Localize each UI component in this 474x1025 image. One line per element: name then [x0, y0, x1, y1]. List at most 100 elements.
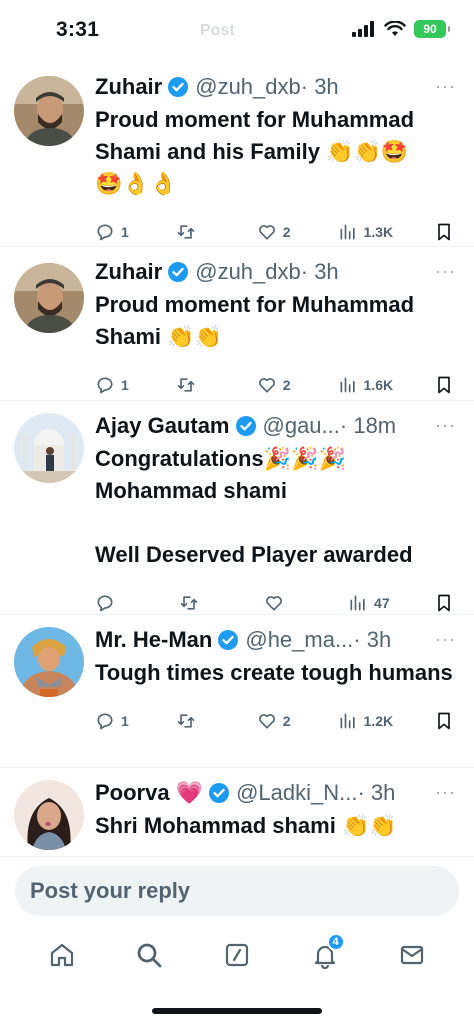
tweet-author-name[interactable]: Poorva 💗: [95, 778, 203, 808]
avatar-heman[interactable]: [14, 627, 84, 697]
tweet-time: · 3h: [300, 74, 339, 99]
like-count: 2: [282, 224, 291, 240]
home-icon: [50, 943, 73, 967]
views-button[interactable]: 47: [348, 593, 390, 613]
tweet-handle[interactable]: @zuh_dxb: [195, 257, 301, 287]
heart-icon: [265, 596, 282, 611]
like-button[interactable]: 2: [257, 375, 297, 395]
tweet-author-name[interactable]: Ajay Gautam: [95, 411, 230, 441]
more-options-button[interactable]: ···: [435, 76, 456, 97]
like-count: 2: [282, 377, 291, 393]
like-count: 2: [282, 713, 291, 729]
like-button[interactable]: [264, 593, 304, 613]
tweet-author-name[interactable]: Zuhair: [95, 257, 162, 287]
retweet-button[interactable]: [179, 593, 219, 613]
views-button[interactable]: 1.3K: [338, 222, 394, 242]
analytics-icon: [340, 377, 355, 393]
retweet-button[interactable]: [176, 711, 216, 731]
bookmark-icon: [438, 223, 450, 241]
reply-icon: [97, 595, 113, 612]
reply-button[interactable]: 1: [95, 375, 135, 395]
faded-header-title: Post: [200, 22, 235, 39]
tab-notifications[interactable]: 4: [301, 931, 349, 979]
view-count: 1.3K: [363, 224, 394, 240]
reply-divider: [0, 856, 474, 857]
tab-search[interactable]: [125, 931, 173, 979]
tweet-author-name[interactable]: Zuhair: [95, 72, 162, 102]
verified-badge-icon: [168, 262, 189, 282]
bookmark-icon: [438, 376, 450, 394]
tweet[interactable]: ··· Zuhair @zuh_dxb · 3h Proud moment fo…: [0, 247, 474, 401]
heart-icon: [258, 378, 275, 393]
reply-button[interactable]: 1: [95, 222, 135, 242]
like-button[interactable]: 2: [257, 711, 297, 731]
reply-icon: [97, 713, 113, 730]
retweet-button[interactable]: [176, 375, 216, 395]
tweet-text: Congratulations🎉🎉🎉 Mohammad shami Well D…: [95, 446, 413, 567]
reply-input[interactable]: Post your reply: [15, 866, 459, 916]
tweet-handle[interactable]: @he_ma...: [245, 625, 353, 655]
more-options-button[interactable]: ···: [435, 782, 456, 803]
more-options-button[interactable]: ···: [435, 261, 456, 282]
tweet-text: Tough times create tough humans: [95, 660, 453, 685]
more-options-button[interactable]: ···: [435, 415, 456, 436]
bottom-tab-bar: 4: [0, 930, 474, 980]
bookmark-button[interactable]: [434, 222, 454, 242]
reply-button[interactable]: [95, 593, 135, 613]
verified-badge-icon: [168, 77, 189, 97]
tab-compose[interactable]: [213, 931, 261, 979]
status-bar: 3:31 Post 90: [0, 0, 474, 62]
tweet-time: · 18m: [339, 413, 397, 438]
tweet-handle[interactable]: @gau...: [263, 411, 340, 441]
retweet-icon: [177, 378, 195, 392]
bookmark-button[interactable]: [434, 375, 454, 395]
home-indicator[interactable]: [152, 1008, 322, 1014]
analytics-icon: [340, 713, 355, 729]
bookmark-button[interactable]: [434, 711, 454, 731]
retweet-button[interactable]: [176, 222, 216, 242]
reply-feed[interactable]: ··· Zuhair @zuh_dxb · 3h Proud moment fo…: [0, 62, 474, 856]
bookmark-icon: [438, 594, 450, 612]
tweet[interactable]: ··· Poorva 💗 @Ladki_N... · 3h Shri Moham…: [0, 768, 474, 856]
tweet-text: Shri Mohammad shami 👏👏: [95, 813, 397, 838]
tweet-time: · 3h: [353, 627, 392, 652]
tweet-handle[interactable]: @zuh_dxb: [195, 72, 301, 102]
verified-badge-icon: [235, 416, 256, 436]
tweet[interactable]: ··· Zuhair @zuh_dxb · 3h Proud moment fo…: [0, 62, 474, 247]
cellular-signal-icon: [352, 21, 374, 37]
heart-icon: [258, 714, 275, 729]
verified-badge-icon: [218, 630, 239, 650]
view-count: 1.6K: [363, 377, 394, 393]
heart-icon: [258, 225, 275, 240]
verified-badge-icon: [209, 783, 230, 803]
tweet-time: · 3h: [300, 259, 339, 284]
analytics-icon: [340, 224, 355, 240]
retweet-icon: [177, 225, 195, 239]
tweet-text: Proud moment for Muhammad Shami 👏👏: [95, 292, 415, 349]
like-button[interactable]: 2: [257, 222, 297, 242]
avatar-ajay[interactable]: [14, 413, 84, 483]
tweet[interactable]: ··· Ajay Gautam @gau... · 18m Congratula…: [0, 401, 474, 615]
reply-button[interactable]: 1: [95, 711, 135, 731]
status-time: 3:31: [56, 18, 100, 41]
more-options-button[interactable]: ···: [435, 629, 456, 650]
battery-icon: 90: [414, 20, 450, 38]
tweet[interactable]: ··· Mr. He-Man @he_ma... · 3h Tough time…: [0, 615, 474, 768]
retweet-icon: [181, 596, 198, 610]
tweet-handle[interactable]: @Ladki_N...: [236, 778, 357, 808]
mail-icon: [401, 945, 424, 965]
views-button[interactable]: 1.2K: [338, 711, 393, 731]
tab-home[interactable]: [38, 931, 86, 979]
avatar-zuhair[interactable]: [14, 76, 84, 146]
view-count: 47: [374, 595, 390, 611]
tweet-author-name[interactable]: Mr. He-Man: [95, 625, 212, 655]
avatar-zuhair[interactable]: [14, 263, 84, 333]
tab-messages[interactable]: [388, 931, 436, 979]
reply-count: 1: [121, 713, 129, 729]
avatar-poorva[interactable]: [14, 780, 84, 850]
bookmark-button[interactable]: [434, 593, 454, 613]
wifi-icon: [384, 21, 406, 36]
views-button[interactable]: 1.6K: [338, 375, 394, 395]
search-icon: [137, 943, 162, 968]
notification-badge: 4: [326, 933, 345, 951]
